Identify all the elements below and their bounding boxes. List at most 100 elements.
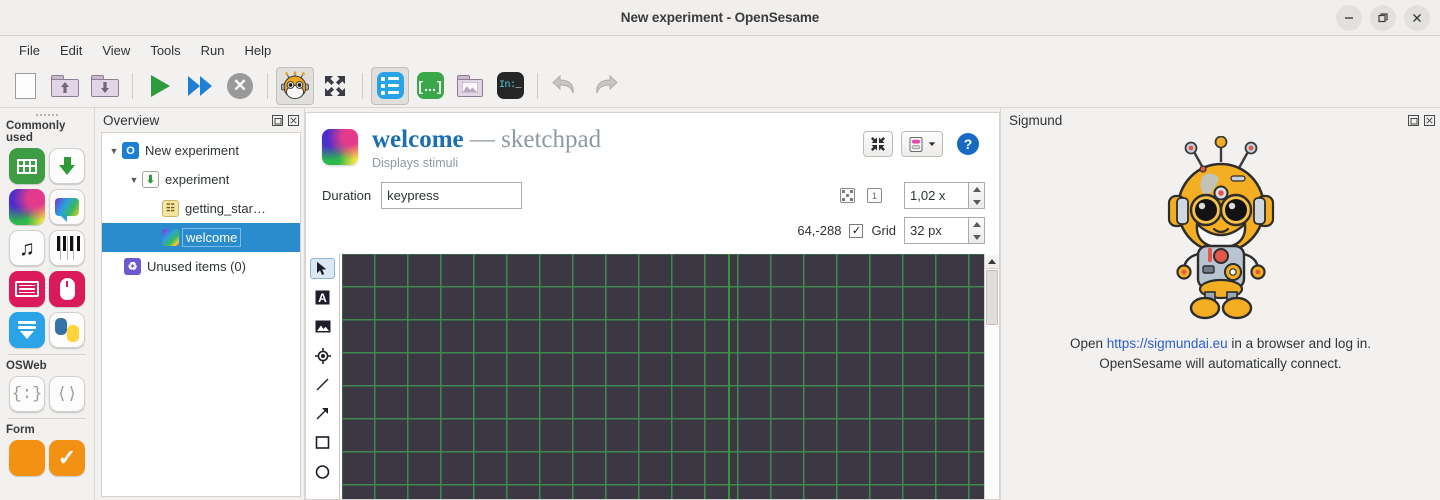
- open-file-button[interactable]: [46, 67, 84, 105]
- maximize-button[interactable]: [1370, 4, 1396, 31]
- palette-section-osweb-label: OSWeb: [6, 360, 47, 372]
- palette-item-keyboard-response[interactable]: [9, 271, 45, 307]
- palette-item-sampler[interactable]: ♫: [9, 230, 45, 266]
- twisty-icon[interactable]: ▼: [106, 146, 122, 156]
- editor-controls: Duration 1: [306, 170, 999, 245]
- zoom-fit-icon[interactable]: [840, 188, 855, 204]
- keyboard-icon: [15, 281, 39, 297]
- zoom-spinbox[interactable]: [894, 182, 985, 210]
- item-name[interactable]: welcome: [372, 126, 464, 153]
- scroll-up-button[interactable]: [985, 254, 999, 270]
- redo-button[interactable]: [586, 67, 624, 105]
- palette-item-form-consent[interactable]: ✓: [49, 440, 85, 476]
- sigmund-title: Sigmund: [1009, 112, 1063, 128]
- toggle-fullscreen-view-button[interactable]: [316, 67, 354, 105]
- run-fullscreen-button[interactable]: [141, 67, 179, 105]
- undo-icon: [552, 74, 574, 93]
- undo-button[interactable]: [546, 67, 584, 105]
- palette-section-commonly-used-label: Commonly used: [6, 120, 66, 144]
- overview-undock-icon[interactable]: [271, 114, 284, 127]
- overview-close-dock-icon[interactable]: [287, 114, 300, 127]
- minimize-button[interactable]: [1336, 4, 1362, 31]
- help-button[interactable]: ?: [951, 131, 985, 157]
- tree-row-unused-items[interactable]: ♻ Unused items (0): [102, 252, 300, 281]
- palette-grip[interactable]: [0, 110, 94, 119]
- new-file-button[interactable]: [6, 67, 44, 105]
- overview-dock-header: Overview: [95, 108, 304, 132]
- palette-item-inline-javascript[interactable]: {:}: [9, 376, 45, 412]
- palette-item-mouse-response[interactable]: [49, 271, 85, 307]
- palette-item-inline-script[interactable]: [49, 312, 85, 348]
- sketchpad-canvas[interactable]: [340, 254, 984, 499]
- zoom-input[interactable]: [904, 182, 968, 210]
- zoom-reset-icon[interactable]: 1: [867, 188, 882, 204]
- ellipse-tool[interactable]: [310, 461, 335, 482]
- line-tool[interactable]: [310, 374, 335, 395]
- menu-file[interactable]: File: [10, 39, 49, 62]
- braces-icon: {:}: [11, 384, 43, 404]
- duration-row: Duration 1: [322, 182, 985, 210]
- canvas-area: A: [306, 254, 999, 499]
- quit-experiment-button[interactable]: ✕: [221, 67, 259, 105]
- menu-tools[interactable]: Tools: [141, 39, 189, 62]
- close-button[interactable]: [1404, 4, 1430, 31]
- loop-icon: [17, 158, 37, 174]
- bug-icon: [281, 70, 309, 99]
- text-tool[interactable]: A: [310, 287, 335, 308]
- sequence-icon: ⬇: [142, 171, 159, 188]
- rect-tool[interactable]: [310, 432, 335, 453]
- tree-row-getting-started[interactable]: ☷ getting_star…: [102, 194, 300, 223]
- menu-run[interactable]: Run: [192, 39, 234, 62]
- image-tool[interactable]: [310, 316, 335, 337]
- sigmund-robot-icon: [1167, 136, 1274, 320]
- palette-item-sketchpad[interactable]: [9, 189, 45, 225]
- menu-view[interactable]: View: [93, 39, 139, 62]
- image-icon: [315, 320, 330, 333]
- tree-row-welcome[interactable]: welcome: [102, 223, 300, 252]
- grid-checkbox[interactable]: ✓: [849, 223, 864, 238]
- zoom-spinner-arrows[interactable]: [968, 182, 985, 210]
- fullscreen-editor-button[interactable]: [863, 131, 893, 157]
- grid-size-spinbox[interactable]: [904, 217, 985, 245]
- minimize-icon: [1345, 16, 1353, 19]
- palette-item-form-base[interactable]: [9, 440, 45, 476]
- tree-row-experiment[interactable]: ▼ ⬇ experiment: [102, 165, 300, 194]
- run-in-window-button[interactable]: [181, 67, 219, 105]
- palette-item-logger[interactable]: [9, 312, 45, 348]
- tree-label: getting_star…: [185, 201, 266, 216]
- palette-item-synth[interactable]: [49, 230, 85, 266]
- sigmund-link[interactable]: https://sigmundai.eu: [1107, 336, 1228, 351]
- sigmund-close-dock-icon[interactable]: [1423, 114, 1436, 127]
- toggle-variable-inspector-button[interactable]: [ ... ]: [411, 67, 449, 105]
- select-tool[interactable]: [310, 258, 335, 280]
- fixation-dot-tool[interactable]: [310, 345, 335, 366]
- palette-item-inline-html[interactable]: ⟨⟩: [49, 376, 85, 412]
- grid-size-input[interactable]: [904, 217, 968, 245]
- toggle-overview-button[interactable]: [371, 66, 409, 105]
- arrow-tool[interactable]: [310, 403, 335, 424]
- scrollbar-thumb[interactable]: [986, 270, 998, 326]
- run-debug-button[interactable]: [276, 66, 314, 105]
- duration-input[interactable]: [381, 182, 523, 210]
- tree-row-new-experiment[interactable]: ▼ O New experiment: [102, 136, 300, 165]
- menu-help[interactable]: Help: [236, 39, 281, 62]
- collapse-arrows-icon: [871, 137, 885, 151]
- recycle-icon: ♻: [124, 258, 141, 275]
- sketchpad-editor: welcome — sketchpad Displays stimuli ? D…: [305, 112, 1000, 500]
- menu-edit[interactable]: Edit: [51, 39, 91, 62]
- twisty-icon[interactable]: ▼: [126, 175, 142, 185]
- tree-label: New experiment: [145, 143, 239, 158]
- toggle-file-pool-button[interactable]: [451, 67, 489, 105]
- canvas-vertical-scrollbar[interactable]: [984, 254, 999, 499]
- overview-tree[interactable]: ▼ O New experiment ▼ ⬇ experiment ☷ gett…: [101, 132, 301, 497]
- toggle-console-button[interactable]: In:_: [491, 67, 529, 105]
- play-icon: [150, 74, 170, 97]
- save-file-button[interactable]: [86, 67, 124, 105]
- palette-item-feedback[interactable]: [49, 189, 85, 225]
- sigmund-undock-icon[interactable]: [1407, 114, 1420, 127]
- palette-item-loop[interactable]: [9, 148, 45, 184]
- grid-spinner-arrows[interactable]: [968, 217, 985, 245]
- sketchpad-icon: [162, 229, 179, 246]
- view-mode-button[interactable]: [901, 131, 943, 157]
- palette-item-sequence[interactable]: [49, 148, 85, 184]
